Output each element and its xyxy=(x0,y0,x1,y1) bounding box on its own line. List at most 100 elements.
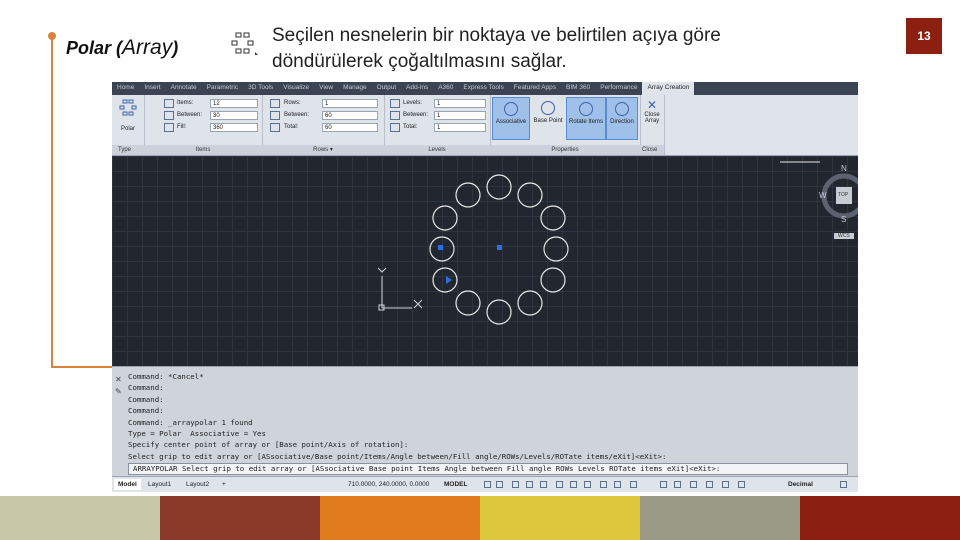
levels-between-label: Between: xyxy=(403,112,429,118)
rows-panel-title[interactable]: Rows ▾ xyxy=(262,145,384,155)
polar-tracking-icon[interactable] xyxy=(526,481,533,488)
heading-part-a: Polar ( xyxy=(66,38,123,58)
osnap-icon[interactable] xyxy=(540,481,547,488)
hardware-acceleration-icon[interactable] xyxy=(706,481,713,488)
rows-input[interactable]: 1 xyxy=(322,99,378,108)
items-icon xyxy=(164,99,174,108)
close-panel: ✕ Close Array Close xyxy=(640,95,665,155)
footer-strip-6 xyxy=(800,496,960,540)
levels-total-input[interactable]: 1 xyxy=(434,123,486,132)
rows-total-input[interactable]: 60 xyxy=(322,123,378,132)
workspace-icon[interactable] xyxy=(660,481,667,488)
command-history-line: Command: xyxy=(128,406,164,416)
annotation-visibility-icon[interactable] xyxy=(630,481,637,488)
polar-array-icon xyxy=(230,32,260,58)
clean-screen-icon[interactable] xyxy=(722,481,729,488)
levels-icon xyxy=(390,99,400,108)
polar-array-drawing xyxy=(377,161,820,325)
associative-button[interactable]: Associative xyxy=(492,97,530,140)
levels-between-input[interactable]: 1 xyxy=(434,111,486,120)
tab-a360[interactable]: A360 xyxy=(433,82,458,95)
drawing-canvas[interactable]: N W S TOP WCS xyxy=(112,156,858,366)
units-selector[interactable]: Decimal xyxy=(784,479,817,490)
viewcube-south[interactable]: S xyxy=(841,215,846,224)
tab-insert[interactable]: Insert xyxy=(139,82,165,95)
fill-input[interactable]: 360 xyxy=(210,123,258,132)
description-line-2: döndürülerek çoğaltılmasını sağlar. xyxy=(272,51,567,72)
levels-between-icon xyxy=(390,111,400,120)
array-item xyxy=(486,174,512,200)
tab-view[interactable]: View xyxy=(314,82,338,95)
levels-input[interactable]: 1 xyxy=(434,99,486,108)
properties-panel: Associative Base Point Rotate Items Dire… xyxy=(490,95,641,155)
base-point-button[interactable]: Base Point xyxy=(530,97,566,140)
selection-cycling-icon[interactable] xyxy=(600,481,607,488)
command-history: Command: *Cancel* Command: Command: Command… xyxy=(128,371,666,462)
ortho-icon[interactable] xyxy=(512,481,519,488)
properties-panel-title: Properties xyxy=(490,145,640,155)
annotation-scale-icon[interactable] xyxy=(614,481,621,488)
command-close-icon[interactable]: ✕ xyxy=(115,375,122,384)
angle-between-input[interactable]: 30 xyxy=(210,111,258,120)
command-history-line: Command: *Cancel* xyxy=(128,372,204,381)
rotate-items-button[interactable]: Rotate Items xyxy=(566,97,606,140)
lineweight-icon[interactable] xyxy=(570,481,577,488)
heading-part-b: Array xyxy=(122,36,173,59)
array-item xyxy=(540,205,566,231)
tab-visualize[interactable]: Visualize xyxy=(278,82,314,95)
tab-manage[interactable]: Manage xyxy=(338,82,372,95)
command-input[interactable]: ARRAYPOLAR Select grip to edit array or … xyxy=(128,463,848,475)
quick-properties-icon[interactable] xyxy=(738,481,745,488)
viewcube-face[interactable]: TOP xyxy=(838,192,848,198)
ribbon-tab-bar: Home Insert Annotate Parametric 3D Tools… xyxy=(112,82,858,95)
wcs-menu[interactable]: WCS xyxy=(834,233,854,239)
tab-array-creation[interactable]: Array Creation xyxy=(642,82,695,95)
grid-icon[interactable] xyxy=(484,481,491,488)
command-settings-icon[interactable]: ✎ xyxy=(115,387,122,396)
add-layout-button[interactable]: + xyxy=(218,479,230,490)
direction-button[interactable]: Direction xyxy=(606,97,638,140)
tab-bim-360[interactable]: BIM 360 xyxy=(561,82,595,95)
tab-annotate[interactable]: Annotate xyxy=(166,82,202,95)
annotation-monitor-icon[interactable] xyxy=(674,481,681,488)
ribbon: Polar Type Items: 12 Between: 30 Fill: 3… xyxy=(112,95,858,156)
viewcube-north[interactable]: N xyxy=(841,164,847,173)
array-item xyxy=(540,267,566,293)
array-item xyxy=(432,267,458,293)
items-input[interactable]: 12 xyxy=(210,99,258,108)
viewcube-west[interactable]: W xyxy=(819,191,827,200)
section-heading: Polar (Array) xyxy=(66,36,178,60)
otrack-icon[interactable] xyxy=(556,481,563,488)
isolate-objects-icon[interactable] xyxy=(690,481,697,488)
close-panel-title: Close xyxy=(640,145,664,155)
rows-panel: Rows: 1 Between: 60 Total: 60 Rows ▾ xyxy=(262,95,385,155)
angle-between-icon xyxy=(164,111,174,120)
customization-icon[interactable] xyxy=(840,481,847,488)
rows-between-input[interactable]: 60 xyxy=(322,111,378,120)
tab-featured-apps[interactable]: Featured Apps xyxy=(509,82,561,95)
items-panel-title: Items xyxy=(144,145,262,155)
fill-icon xyxy=(164,123,174,132)
transparency-icon[interactable] xyxy=(584,481,591,488)
polar-type-button[interactable]: Polar xyxy=(116,99,140,133)
tab-parametric[interactable]: Parametric xyxy=(202,82,243,95)
view-cube[interactable]: N W S TOP WCS xyxy=(818,160,858,242)
coordinates-readout: 710.0000, 240.0000, 0.0000 xyxy=(348,481,430,488)
tab-performance[interactable]: Performance xyxy=(595,82,642,95)
tab-add-ins[interactable]: Add-ins xyxy=(401,82,433,95)
tab-express-tools[interactable]: Express Tools xyxy=(458,82,508,95)
tab-layout2[interactable]: Layout2 xyxy=(182,479,213,490)
tab-layout1[interactable]: Layout1 xyxy=(144,479,175,490)
heading-part-c: ) xyxy=(172,38,179,58)
tab-3d-tools[interactable]: 3D Tools xyxy=(243,82,278,95)
model-space-toggle[interactable]: MODEL xyxy=(440,479,471,490)
levels-total-icon xyxy=(390,123,400,132)
snap-icon[interactable] xyxy=(496,481,503,488)
tab-model[interactable]: Model xyxy=(114,479,141,490)
arrow-grip xyxy=(446,276,452,284)
tab-output[interactable]: Output xyxy=(372,82,402,95)
tab-home[interactable]: Home xyxy=(112,82,139,95)
close-array-button[interactable]: ✕ Close Array xyxy=(641,98,663,138)
ucs-icon xyxy=(377,267,423,311)
description-line-1: Seçilen nesnelerin bir noktaya ve belirt… xyxy=(272,25,721,46)
